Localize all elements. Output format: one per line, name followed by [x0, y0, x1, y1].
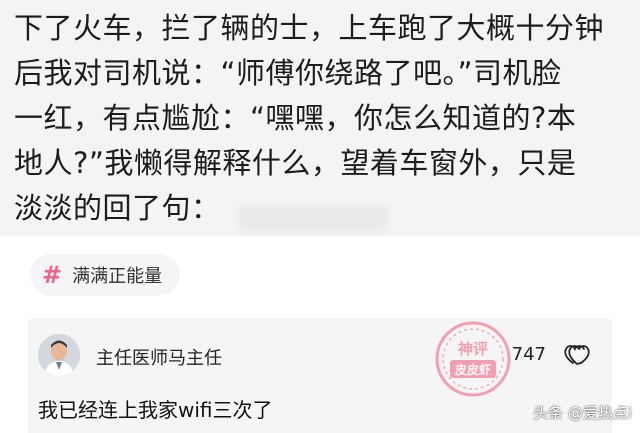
post-text-line: 一红，有点尴尬：“嘿嘿，你怎么知道的?本 [14, 101, 577, 135]
hashtag-icon: # [42, 261, 63, 289]
post-text-line: 下了火车，拦了辆的士，上车跑了大概十分钟 [14, 11, 605, 45]
post-text-line: 后我对司机说：“师傅你绕路了吧。”司机脸 [14, 56, 562, 90]
like-count: 747 [511, 344, 546, 365]
post-text-block: 下了火车，拦了辆的士，上车跑了大概十分钟 后我对司机说：“师傅你绕路了吧。”司机… [0, 0, 640, 236]
god-comment-card: 主任医师马主任 747 我已经连上我家wifi三次了 [28, 318, 612, 433]
avatar[interactable] [38, 334, 80, 376]
source-watermark: 头条 @爱热点i [533, 404, 632, 422]
post-text-line: 地人?”我懒得解释什么，望着车窗外，只是 [14, 146, 577, 180]
blurred-punchline [238, 205, 388, 233]
topic-tag[interactable]: # 满满正能量 [30, 254, 181, 296]
topic-label: 满满正能量 [72, 266, 163, 287]
comment-username[interactable]: 主任医师马主任 [96, 344, 222, 370]
svg-text:皮皮虾: 皮皮虾 [454, 362, 491, 377]
double-heart-icon[interactable] [562, 338, 592, 368]
svg-text:神评: 神评 [458, 340, 488, 358]
god-comment-stamp: 神评 皮皮虾 [432, 318, 514, 400]
comment-text: 我已经连上我家wifi三次了 [38, 398, 273, 422]
